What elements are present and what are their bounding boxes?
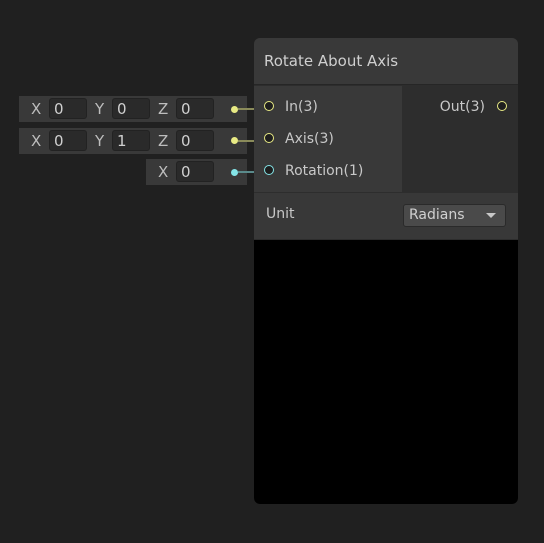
edge-dot — [231, 106, 238, 113]
rotate-about-axis-node[interactable]: Rotate About Axis In(3) Axis(3) Rotation… — [254, 38, 518, 504]
x-field[interactable]: 0 — [176, 161, 214, 182]
y-label: Y — [95, 132, 105, 150]
y-field[interactable]: 0 — [112, 98, 150, 119]
edge-dot — [231, 137, 238, 144]
out-port[interactable] — [497, 101, 507, 111]
chevron-down-icon — [486, 213, 496, 218]
node-title: Rotate About Axis — [264, 52, 399, 70]
z-label: Z — [158, 100, 169, 118]
z-field[interactable]: 0 — [176, 98, 214, 119]
unit-value: Radians — [409, 207, 465, 223]
x-value: 0 — [181, 163, 191, 181]
rotation-port[interactable] — [264, 165, 274, 175]
unit-dropdown[interactable]: Radians — [403, 204, 506, 227]
out-port-label: Out(3) — [439, 99, 485, 115]
output-ports: Out(3) — [403, 86, 518, 192]
x-label: X — [31, 100, 42, 118]
axis-vector-input: X 0 Y 1 Z 0 — [19, 128, 247, 154]
y-field[interactable]: 1 — [112, 130, 150, 151]
in-port-label: In(3) — [285, 99, 318, 115]
x-value: 0 — [54, 100, 64, 118]
y-value: 1 — [117, 132, 127, 150]
x-field[interactable]: 0 — [49, 98, 87, 119]
input-ports: In(3) Axis(3) Rotation(1) — [254, 86, 402, 192]
unit-label: Unit — [266, 206, 295, 222]
z-value: 0 — [181, 100, 191, 118]
x-label: X — [31, 132, 42, 150]
x-label: X — [158, 163, 169, 181]
node-title-bar[interactable]: Rotate About Axis — [254, 38, 518, 85]
in-port[interactable] — [264, 101, 274, 111]
x-value: 0 — [54, 132, 64, 150]
z-label: Z — [158, 132, 169, 150]
axis-port[interactable] — [264, 133, 274, 143]
rotation-port-label: Rotation(1) — [285, 163, 364, 179]
z-value: 0 — [181, 132, 191, 150]
in-vector-input: X 0 Y 0 Z 0 — [19, 96, 247, 122]
edge-dot — [231, 169, 238, 176]
z-field[interactable]: 0 — [176, 130, 214, 151]
y-label: Y — [95, 100, 105, 118]
preview-area — [254, 240, 518, 504]
x-field[interactable]: 0 — [49, 130, 87, 151]
y-value: 0 — [117, 100, 127, 118]
axis-port-label: Axis(3) — [285, 131, 334, 147]
